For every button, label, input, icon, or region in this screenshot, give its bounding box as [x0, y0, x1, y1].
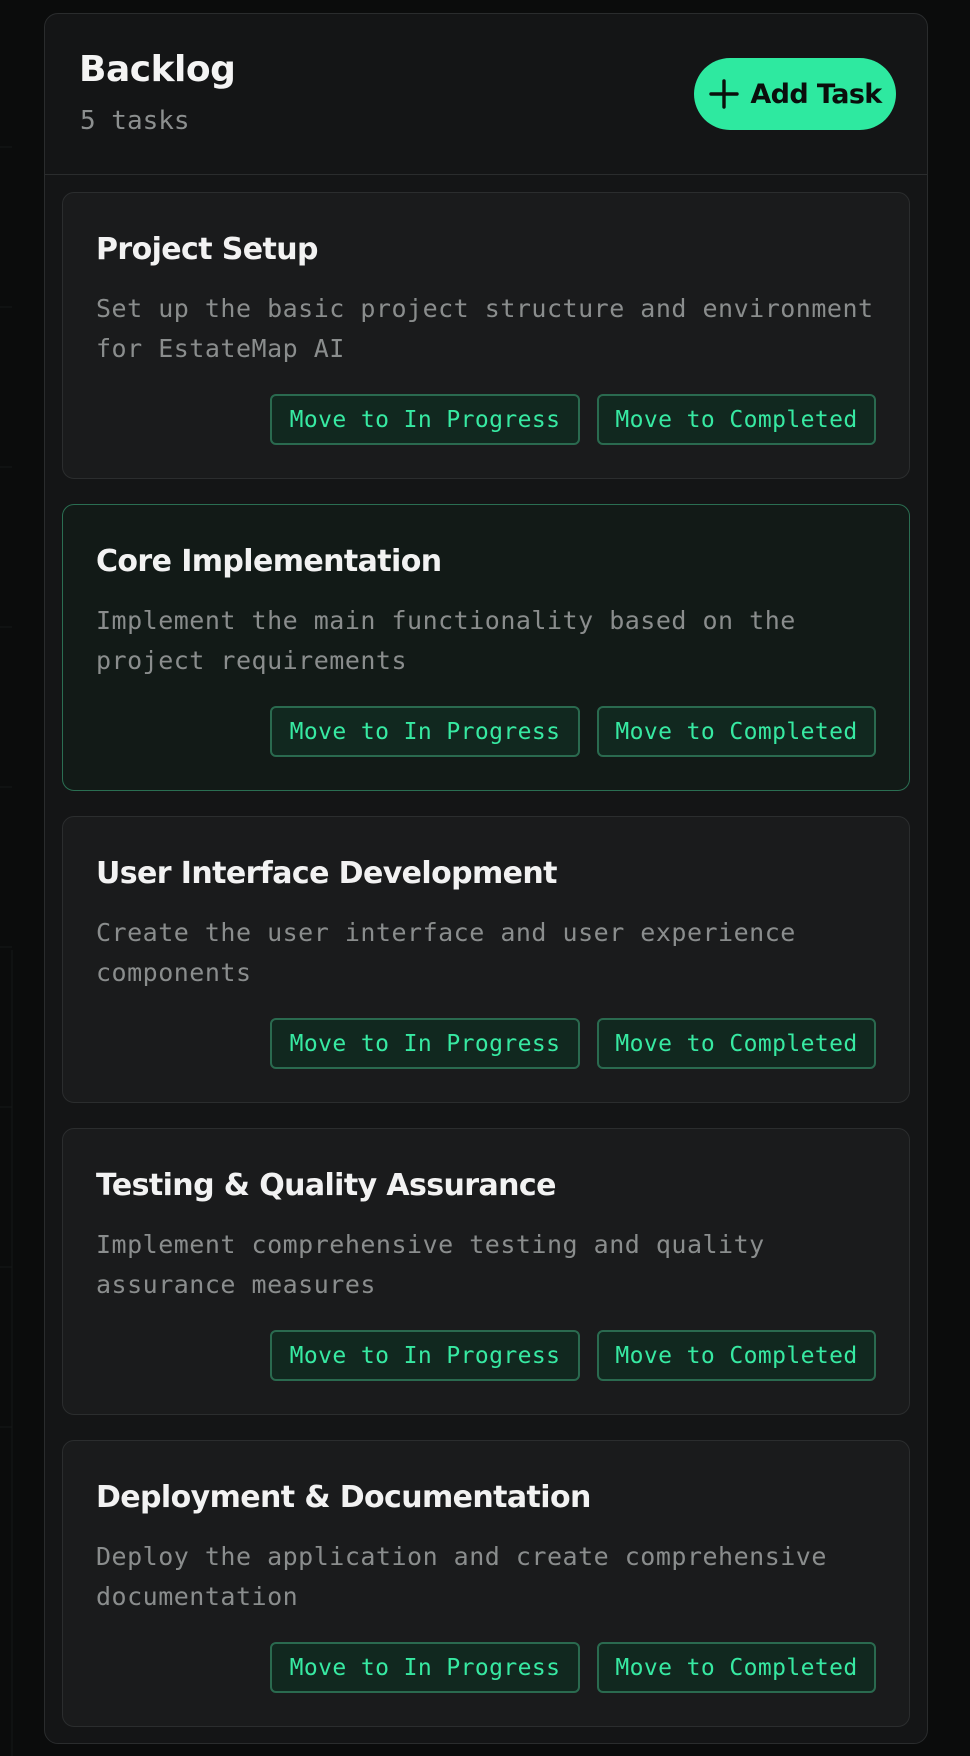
task-actions: Move to In Progress Move to Completed	[270, 1642, 876, 1693]
column-title: Backlog	[79, 49, 236, 90]
task-description: Deploy the application and create compre…	[96, 1542, 827, 1611]
task-actions: Move to In Progress Move to Completed	[270, 1330, 876, 1381]
move-to-in-progress-button[interactable]: Move to In Progress	[270, 706, 580, 757]
move-to-completed-button[interactable]: Move to Completed	[597, 706, 876, 757]
move-to-completed-button[interactable]: Move to Completed	[597, 1018, 876, 1069]
task-title: Project Setup	[96, 232, 319, 267]
move-to-completed-button[interactable]: Move to Completed	[597, 1330, 876, 1381]
task-list: Project Setup Set up the basic project s…	[62, 192, 910, 1743]
move-to-in-progress-button[interactable]: Move to In Progress	[270, 394, 580, 445]
plus-icon	[709, 79, 740, 109]
move-to-completed-button[interactable]: Move to Completed	[597, 1642, 876, 1693]
task-description: Set up the basic project structure and e…	[96, 294, 874, 363]
task-card[interactable]: Deployment & Documentation Deploy the ap…	[62, 1440, 910, 1727]
backlog-column: Backlog 5 tasks Add Task Project Setup S…	[44, 13, 928, 1744]
task-card[interactable]: User Interface Development Create the us…	[62, 816, 910, 1103]
task-actions: Move to In Progress Move to Completed	[270, 394, 876, 445]
task-count: 5 tasks	[80, 106, 190, 136]
add-task-label: Add Task	[750, 78, 882, 110]
move-to-completed-button[interactable]: Move to Completed	[597, 394, 876, 445]
task-card[interactable]: Testing & Quality Assurance Implement co…	[62, 1128, 910, 1415]
add-task-button[interactable]: Add Task	[694, 58, 896, 130]
task-title: Testing & Quality Assurance	[96, 1168, 556, 1203]
task-card[interactable]: Core Implementation Implement the main f…	[62, 504, 910, 791]
move-to-in-progress-button[interactable]: Move to In Progress	[270, 1642, 580, 1693]
task-title: Deployment & Documentation	[96, 1480, 591, 1515]
task-title: User Interface Development	[96, 856, 558, 891]
task-card[interactable]: Project Setup Set up the basic project s…	[62, 192, 910, 479]
task-description: Create the user interface and user exper…	[96, 918, 796, 987]
task-description: Implement comprehensive testing and qual…	[96, 1230, 765, 1299]
task-description: Implement the main functionality based o…	[96, 606, 796, 675]
move-to-in-progress-button[interactable]: Move to In Progress	[270, 1018, 580, 1069]
task-actions: Move to In Progress Move to Completed	[270, 1018, 876, 1069]
task-actions: Move to In Progress Move to Completed	[270, 706, 876, 757]
task-title: Core Implementation	[96, 544, 442, 579]
move-to-in-progress-button[interactable]: Move to In Progress	[270, 1330, 580, 1381]
column-header: Backlog 5 tasks Add Task	[45, 14, 927, 175]
